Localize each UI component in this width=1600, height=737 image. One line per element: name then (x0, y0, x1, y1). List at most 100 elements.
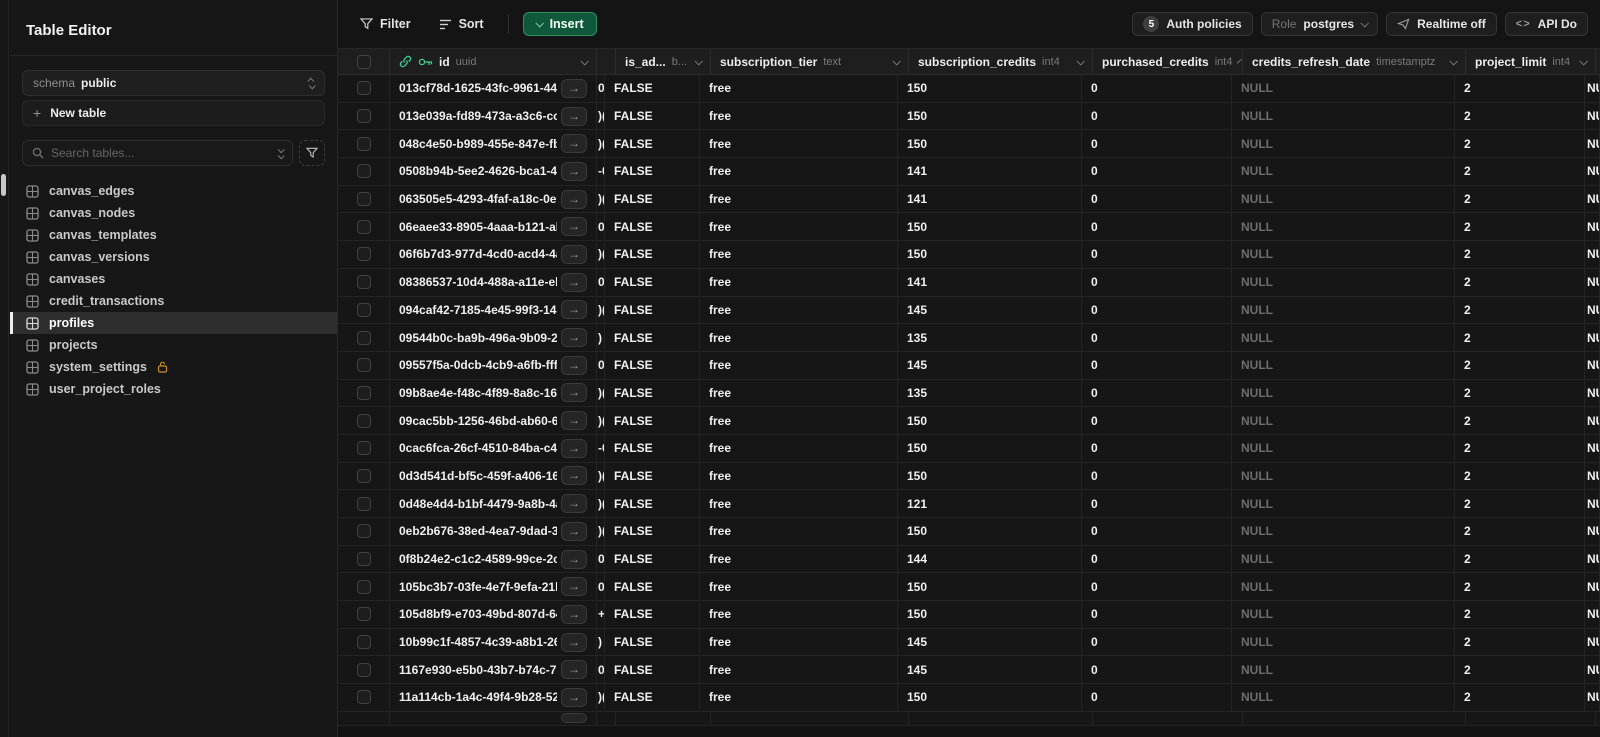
row-checkbox[interactable] (356, 192, 371, 207)
cell-project_limit[interactable]: 2 (1455, 573, 1585, 601)
cell-subscription_credits[interactable]: 150 (898, 407, 1082, 434)
cell-id[interactable]: 09b8ae4e-f48c-4f89-8a8c-1629b... → (390, 379, 597, 407)
expand-row-button[interactable]: → (561, 521, 587, 541)
cell-subscription_tier[interactable]: free (700, 379, 898, 407)
cell-purchased_credits[interactable] (1093, 711, 1243, 725)
cell-purchased_credits[interactable]: 0 (1082, 490, 1232, 517)
chevrons-down-icon[interactable] (277, 145, 285, 159)
cell-subscription_credits[interactable]: 144 (898, 545, 1082, 573)
cell-credits_refresh_date[interactable]: NULL (1232, 296, 1455, 324)
expand-row-button[interactable]: → (561, 466, 587, 486)
row-checkbox[interactable] (356, 524, 371, 539)
cell-id[interactable]: 1167e930-e5b0-43b7-b74c-788c9... → (390, 656, 597, 684)
expand-row-button[interactable]: → (561, 244, 587, 264)
cell-subscription_credits[interactable]: 145 (898, 628, 1082, 656)
cell-is_admin[interactable]: FALSE (605, 601, 700, 628)
search-tables-input[interactable] (51, 146, 271, 160)
cell-id[interactable]: 013e039a-fd89-473a-a3c6-ccfa9... → (390, 102, 597, 130)
cell-id[interactable]: 013cf78d-1625-43fc-9961-442189... → (390, 75, 597, 102)
cell-credits_refresh_date[interactable]: NULL (1232, 684, 1455, 711)
cell-is_admin[interactable]: FALSE (605, 379, 700, 407)
cell-subscription_tier[interactable]: free (700, 75, 898, 102)
cell-subscription_tier[interactable] (711, 711, 909, 725)
cell-clipped[interactable]: 0 (597, 268, 605, 296)
cell-project_limit[interactable]: 2 (1455, 296, 1585, 324)
chevron-down-icon[interactable] (694, 56, 703, 66)
cell-subscription_credits[interactable]: 145 (898, 351, 1082, 379)
cell-purchased_credits[interactable]: 0 (1082, 601, 1232, 628)
expand-row-button[interactable]: → (561, 494, 587, 514)
cell-project_limit[interactable]: 2 (1455, 130, 1585, 158)
expand-row-button[interactable]: → (561, 411, 587, 431)
cell-clipped[interactable]: 0i (597, 656, 605, 684)
cell-clipped[interactable]: )( (597, 462, 605, 490)
cell-next_clipped[interactable]: NU (1585, 407, 1600, 434)
cell-subscription_tier[interactable]: free (700, 462, 898, 490)
sidebar-item-canvas_versions[interactable]: canvas_versions (10, 246, 337, 268)
cell-next_clipped[interactable]: NU (1585, 684, 1600, 711)
cell-clipped[interactable]: )( (597, 102, 605, 130)
cell-subscription_credits[interactable]: 150 (898, 75, 1082, 102)
cell-id[interactable]: 06f6b7d3-977d-4cd0-acd4-4a78... → (390, 241, 597, 268)
cell-next_clipped[interactable]: NU (1585, 185, 1600, 213)
cell-id[interactable]: 06eaee33-8905-4aaa-b121-ab552... → (390, 213, 597, 241)
cell-id[interactable]: 09557f5a-0dcb-4cb9-a6fb-fff366... → (390, 351, 597, 379)
cell-subscription_credits[interactable]: 150 (898, 102, 1082, 130)
expand-row-button[interactable]: → (561, 549, 587, 569)
cell-purchased_credits[interactable]: 0 (1082, 573, 1232, 601)
cell-clipped[interactable]: +0 (597, 601, 605, 628)
cell-is_admin[interactable]: FALSE (605, 213, 700, 241)
row-checkbox[interactable] (356, 385, 371, 400)
cell-project_limit[interactable]: 2 (1455, 684, 1585, 711)
cell-is_admin[interactable]: FALSE (605, 628, 700, 656)
cell-credits_refresh_date[interactable]: NULL (1232, 407, 1455, 434)
cell-id[interactable] (390, 711, 597, 725)
cell-subscription_tier[interactable]: free (700, 130, 898, 158)
sidebar-item-profiles[interactable]: profiles (10, 312, 337, 334)
cell-credits_refresh_date[interactable]: NULL (1232, 75, 1455, 102)
cell-purchased_credits[interactable]: 0 (1082, 185, 1232, 213)
cell-project_limit[interactable]: 2 (1455, 241, 1585, 268)
cell-is_admin[interactable]: FALSE (605, 656, 700, 684)
cell-subscription_tier[interactable]: free (700, 628, 898, 656)
cell-clipped[interactable]: )( (597, 185, 605, 213)
cell-clipped[interactable]: )( (597, 490, 605, 517)
cell-next_clipped[interactable]: NU (1585, 490, 1600, 517)
cell-purchased_credits[interactable]: 0 (1082, 324, 1232, 351)
cell-credits_refresh_date[interactable]: NULL (1232, 130, 1455, 158)
cell-subscription_credits[interactable]: 141 (898, 185, 1082, 213)
row-checkbox[interactable] (356, 607, 371, 622)
row-checkbox[interactable] (356, 468, 371, 483)
row-checkbox[interactable] (356, 302, 371, 317)
cell-is_admin[interactable]: FALSE (605, 75, 700, 102)
cell-id[interactable]: 063505e5-4293-4faf-a18c-0e65b... → (390, 185, 597, 213)
cell-next_clipped[interactable]: NU (1585, 518, 1600, 545)
cell-subscription_tier[interactable]: free (700, 684, 898, 711)
cell-project_limit[interactable]: 2 (1455, 656, 1585, 684)
cell-next_clipped[interactable]: NU (1585, 130, 1600, 158)
cell-clipped[interactable] (597, 711, 616, 725)
cell-subscription_credits[interactable]: 150 (898, 573, 1082, 601)
cell-credits_refresh_date[interactable]: NULL (1232, 628, 1455, 656)
chevron-down-icon[interactable] (1579, 56, 1588, 66)
cell-project_limit[interactable]: 2 (1455, 351, 1585, 379)
cell-subscription_tier[interactable]: free (700, 351, 898, 379)
cell-subscription_credits[interactable]: 135 (898, 379, 1082, 407)
chevron-down-icon[interactable] (1449, 56, 1458, 66)
cell-clipped[interactable]: )( (597, 296, 605, 324)
cell-project_limit[interactable]: 2 (1455, 75, 1585, 102)
expand-row-button[interactable]: → (561, 355, 587, 375)
cell-is_admin[interactable]: FALSE (605, 684, 700, 711)
cell-credits_refresh_date[interactable]: NULL (1232, 434, 1455, 462)
column-header-is_admin[interactable]: is_ad... b... (616, 49, 711, 74)
cell-credits_refresh_date[interactable]: NULL (1232, 351, 1455, 379)
cell-credits_refresh_date[interactable]: NULL (1232, 213, 1455, 241)
column-header-next_clipped[interactable]: su (1596, 49, 1600, 74)
row-checkbox[interactable] (356, 247, 371, 262)
cell-subscription_tier[interactable]: free (700, 185, 898, 213)
cell-purchased_credits[interactable]: 0 (1082, 102, 1232, 130)
cell-next_clipped[interactable]: NU (1585, 434, 1600, 462)
cell-credits_refresh_date[interactable]: NULL (1232, 518, 1455, 545)
cell-is_admin[interactable]: FALSE (605, 158, 700, 185)
auth-policies-button[interactable]: 5 Auth policies (1132, 12, 1253, 36)
